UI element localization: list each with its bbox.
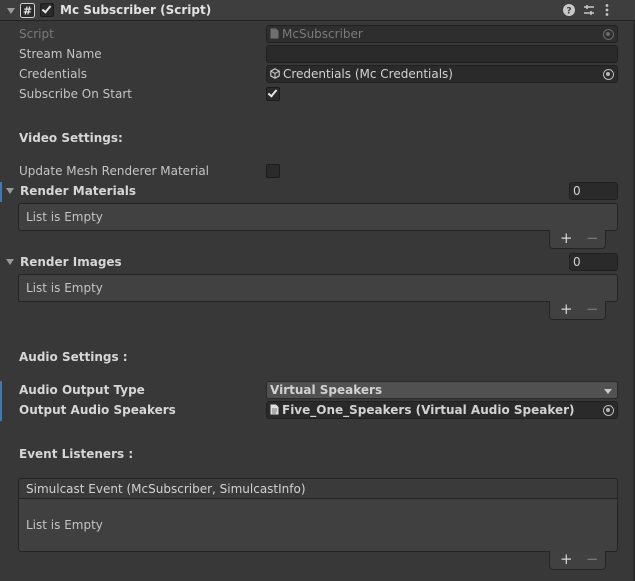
remove-element-button[interactable]: −	[586, 301, 599, 318]
asset-file-icon	[270, 404, 279, 415]
list-footer: + −	[549, 230, 606, 249]
script-field-value: McSubscriber	[282, 27, 363, 41]
preset-icon[interactable]	[583, 4, 595, 16]
subscribe-on-start-label: Subscribe On Start	[19, 87, 132, 101]
foldout-arrow-icon[interactable]	[6, 259, 14, 265]
render-materials-label[interactable]: Render Materials	[20, 184, 136, 198]
foldout-arrow-icon[interactable]	[6, 188, 14, 194]
component-header: # Mc Subscriber (Script) ?	[0, 0, 635, 21]
render-images-label[interactable]: Render Images	[20, 255, 122, 269]
audio-output-type-label: Audio Output Type	[19, 383, 145, 397]
remove-listener-button[interactable]: −	[586, 551, 599, 568]
script-field: McSubscriber	[266, 25, 618, 43]
simulcast-event-box: Simulcast Event (McSubscriber, Simulcast…	[18, 478, 618, 552]
video-settings-header: Video Settings:	[19, 131, 123, 145]
update-mesh-label: Update Mesh Renderer Material	[19, 164, 210, 178]
list-footer: + −	[549, 551, 606, 570]
kebab-menu-icon[interactable]	[604, 4, 610, 16]
audio-output-type-dropdown[interactable]: Virtual Speakers	[266, 381, 618, 399]
stream-name-label: Stream Name	[19, 47, 102, 61]
add-element-button[interactable]: +	[560, 301, 573, 318]
output-audio-speakers-field[interactable]: Five_One_Speakers (Virtual Audio Speaker…	[266, 401, 618, 419]
check-icon	[267, 87, 278, 98]
modified-indicator	[0, 401, 2, 421]
credentials-value: Credentials (Mc Credentials)	[283, 67, 453, 81]
update-mesh-checkbox[interactable]	[266, 164, 280, 178]
stream-name-input[interactable]	[266, 45, 618, 63]
render-materials-list: List is Empty	[18, 203, 618, 231]
event-listeners-header: Event Listeners :	[19, 447, 134, 461]
component-enabled-checkbox[interactable]	[40, 3, 54, 17]
add-listener-button[interactable]: +	[560, 551, 573, 568]
check-icon	[41, 3, 52, 14]
list-empty-text: List is Empty	[26, 518, 103, 532]
chevron-down-icon	[604, 389, 612, 394]
audio-settings-header: Audio Settings :	[19, 350, 128, 364]
remove-element-button[interactable]: −	[586, 230, 599, 247]
object-picker-icon[interactable]	[603, 405, 614, 416]
audio-output-type-value: Virtual Speakers	[270, 383, 383, 397]
output-audio-speakers-label: Output Audio Speakers	[19, 403, 176, 417]
modified-indicator	[0, 182, 2, 202]
list-empty-text: List is Empty	[26, 210, 103, 224]
script-icon: #	[20, 3, 35, 18]
script-label: Script	[19, 27, 54, 41]
scriptable-object-icon	[270, 68, 280, 79]
object-picker-icon	[603, 29, 614, 40]
render-materials-size[interactable]: 0	[569, 182, 618, 200]
modified-indicator	[0, 381, 2, 401]
render-images-size[interactable]: 0	[569, 253, 618, 271]
list-empty-text: List is Empty	[26, 281, 103, 295]
credentials-label: Credentials	[19, 67, 88, 81]
output-audio-speakers-value: Five_One_Speakers (Virtual Audio Speaker…	[282, 403, 575, 417]
help-icon[interactable]: ?	[563, 4, 575, 17]
script-file-icon	[270, 28, 279, 39]
add-element-button[interactable]: +	[560, 230, 573, 247]
simulcast-event-title: Simulcast Event (McSubscriber, Simulcast…	[26, 482, 306, 496]
list-footer: + −	[549, 301, 606, 320]
foldout-arrow-icon[interactable]	[7, 8, 15, 14]
subscribe-on-start-checkbox[interactable]	[266, 87, 280, 101]
svg-text:#: #	[23, 5, 32, 18]
object-picker-icon[interactable]	[603, 69, 614, 80]
svg-text:?: ?	[566, 7, 571, 17]
component-title: Mc Subscriber (Script)	[60, 3, 212, 17]
credentials-field[interactable]: Credentials (Mc Credentials)	[266, 65, 618, 83]
render-images-list: List is Empty	[18, 274, 618, 302]
